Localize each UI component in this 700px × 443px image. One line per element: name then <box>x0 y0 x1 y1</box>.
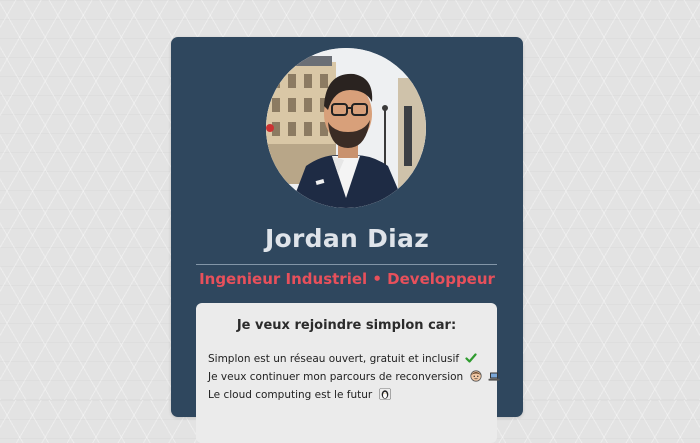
list-item: Simplon est un réseau ouvert, gratuit et… <box>208 350 493 368</box>
panel-title: Je veux rejoindre simplon car: <box>236 318 457 333</box>
profile-name: Jordan Diaz <box>264 224 430 253</box>
reasons-list: Simplon est un réseau ouvert, gratuit et… <box>208 350 500 404</box>
check-mark-icon <box>465 353 478 363</box>
profile-card: Jordan Diaz Ingenieur Industriel • Devel… <box>171 37 523 443</box>
list-item: Je veux continuer mon parcours de reconv… <box>208 368 500 386</box>
profile-subtitle: Ingenieur Industriel • Developpeur <box>199 270 495 288</box>
list-item: Le cloud computing est le futur <box>208 386 493 404</box>
avatar <box>266 48 426 208</box>
reason-text: Simplon est un réseau ouvert, gratuit et… <box>208 353 460 365</box>
technologist-face-icon <box>469 370 482 382</box>
motivation-panel: Je veux rejoindre simplon car: Simplon e… <box>196 303 500 443</box>
penguin-icon <box>378 388 391 400</box>
avatar-photo <box>266 48 426 208</box>
reason-text: Je veux continuer mon parcours de reconv… <box>208 371 464 383</box>
divider <box>196 264 497 265</box>
laptop-icon <box>488 372 500 381</box>
reason-text: Le cloud computing est le futur <box>208 389 373 401</box>
